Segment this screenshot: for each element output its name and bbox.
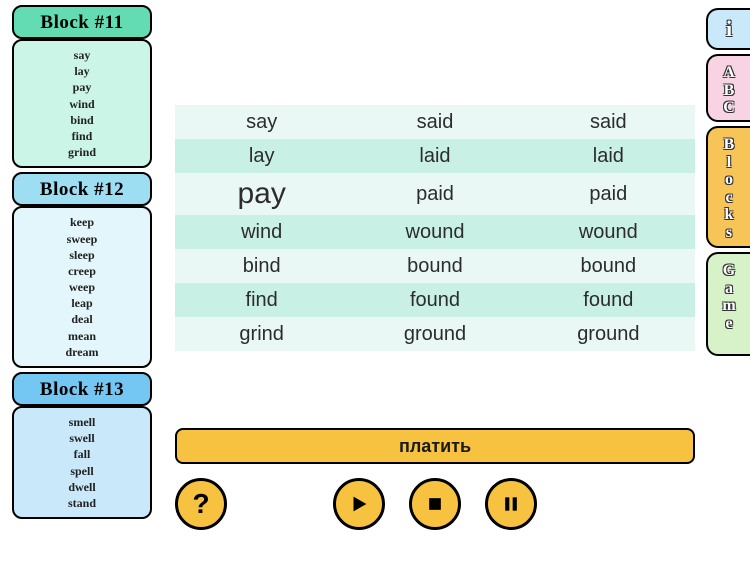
block-12-title: Block #12 (40, 179, 124, 200)
tab-abc[interactable]: A B C (706, 54, 750, 122)
base-cell[interactable]: lay (175, 139, 348, 173)
block-word: bind (18, 112, 146, 128)
block-13-words[interactable]: smell swell fall spell dwell stand (12, 406, 152, 519)
block-11-header[interactable]: Block #11 (12, 5, 152, 39)
pause-icon (501, 494, 521, 514)
tab-letter: c (712, 189, 746, 207)
table-row: bindboundbound (175, 249, 695, 283)
base-cell[interactable]: find (175, 283, 348, 317)
block-word: pay (18, 79, 146, 95)
block-word: spell (18, 463, 146, 479)
play-button[interactable] (333, 478, 385, 530)
translation-text: платить (399, 436, 471, 457)
block-12-words[interactable]: keep sweep sleep creep weep leap deal me… (12, 206, 152, 368)
table-row: saysaidsaid (175, 105, 695, 139)
past-cell[interactable]: paid (348, 173, 521, 215)
base-cell[interactable]: wind (175, 215, 348, 249)
base-cell[interactable]: pay (175, 173, 348, 215)
block-word: say (18, 47, 146, 63)
tab-blocks[interactable]: B l o c k s (706, 126, 750, 248)
block-word: creep (18, 263, 146, 279)
participle-cell[interactable]: bound (522, 249, 695, 283)
participle-cell[interactable]: laid (522, 139, 695, 173)
base-cell[interactable]: say (175, 105, 348, 139)
block-word: sleep (18, 247, 146, 263)
block-word: deal (18, 311, 146, 327)
past-cell[interactable]: laid (348, 139, 521, 173)
block-12-header[interactable]: Block #12 (12, 172, 152, 206)
table-row: windwoundwound (175, 215, 695, 249)
block-13: Block #13 smell swell fall spell dwell s… (12, 372, 152, 519)
tab-letter: l (712, 154, 746, 172)
block-word: find (18, 128, 146, 144)
block-word: weep (18, 279, 146, 295)
tab-info[interactable]: i (706, 8, 750, 50)
stop-icon (425, 494, 445, 514)
sidebar-block-list: Block #11 say lay pay wind bind find gri… (12, 5, 152, 519)
tab-letter: B (712, 136, 746, 154)
info-icon: i (726, 17, 732, 41)
base-cell[interactable]: grind (175, 317, 348, 351)
block-13-header[interactable]: Block #13 (12, 372, 152, 406)
past-cell[interactable]: found (348, 283, 521, 317)
block-word: wind (18, 96, 146, 112)
block-word: fall (18, 446, 146, 462)
block-word: leap (18, 295, 146, 311)
participle-cell[interactable]: said (522, 105, 695, 139)
table-row: findfoundfound (175, 283, 695, 317)
participle-cell[interactable]: wound (522, 215, 695, 249)
controls-row: ? (175, 478, 695, 530)
help-button[interactable]: ? (175, 478, 227, 530)
tab-letter: G (712, 262, 746, 280)
table-row: laylaidlaid (175, 139, 695, 173)
participle-cell[interactable]: ground (522, 317, 695, 351)
base-cell[interactable]: bind (175, 249, 348, 283)
block-word: grind (18, 144, 146, 160)
block-word: stand (18, 495, 146, 511)
help-icon: ? (192, 488, 209, 520)
tab-letter: k (712, 206, 746, 224)
right-tabs: i A B C B l o c k s G a m e (706, 8, 750, 356)
block-word: mean (18, 328, 146, 344)
block-13-title: Block #13 (40, 379, 124, 400)
participle-cell[interactable]: paid (522, 173, 695, 215)
block-word: lay (18, 63, 146, 79)
block-12: Block #12 keep sweep sleep creep weep le… (12, 172, 152, 368)
block-word: smell (18, 414, 146, 430)
translation-bar: платить (175, 428, 695, 464)
tab-letter: C (712, 99, 746, 117)
block-11-title: Block #11 (40, 12, 123, 33)
tab-letter: B (712, 82, 746, 100)
play-icon (348, 493, 370, 515)
block-word: sweep (18, 231, 146, 247)
past-cell[interactable]: said (348, 105, 521, 139)
tab-letter: a (712, 280, 746, 298)
block-11-words[interactable]: say lay pay wind bind find grind (12, 39, 152, 168)
tab-game[interactable]: G a m e (706, 252, 750, 356)
table-row: grindgroundground (175, 317, 695, 351)
stop-button[interactable] (409, 478, 461, 530)
block-word: dwell (18, 479, 146, 495)
block-word: dream (18, 344, 146, 360)
block-word: keep (18, 214, 146, 230)
past-cell[interactable]: ground (348, 317, 521, 351)
tab-letter: A (712, 64, 746, 82)
block-11: Block #11 say lay pay wind bind find gri… (12, 5, 152, 168)
tab-letter: m (712, 297, 746, 315)
block-word: swell (18, 430, 146, 446)
table-row: paypaidpaid (175, 173, 695, 215)
past-cell[interactable]: bound (348, 249, 521, 283)
participle-cell[interactable]: found (522, 283, 695, 317)
past-cell[interactable]: wound (348, 215, 521, 249)
tab-letter: e (712, 315, 746, 333)
playback-group (333, 478, 537, 530)
tab-letter: o (712, 171, 746, 189)
tab-letter: s (712, 224, 746, 242)
verb-table: saysaidsaidlaylaidlaidpaypaidpaidwindwou… (175, 105, 695, 351)
pause-button[interactable] (485, 478, 537, 530)
